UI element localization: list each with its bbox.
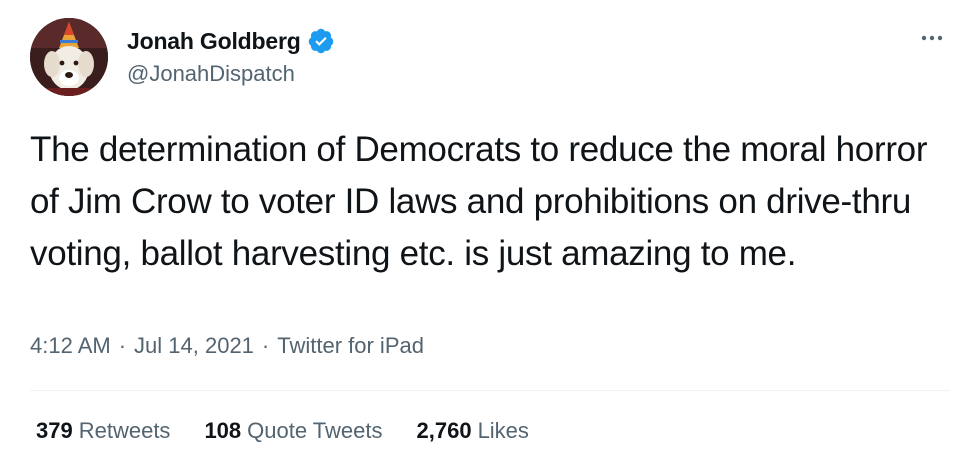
verified-badge-icon: [307, 27, 335, 55]
quote-tweets-count: 108: [204, 418, 242, 443]
user-handle[interactable]: @JonahDispatch: [127, 61, 295, 87]
tweet-time[interactable]: 4:12 AM: [30, 333, 111, 359]
tweet-date[interactable]: Jul 14, 2021: [134, 333, 254, 359]
likes-stat[interactable]: 2,760 Likes: [417, 418, 529, 444]
more-options-icon[interactable]: [918, 24, 946, 52]
tweet-text: The determination of Democrats to reduce…: [30, 130, 928, 273]
retweets-count: 379: [36, 418, 73, 443]
quote-tweets-stat[interactable]: 108 Quote Tweets: [204, 418, 382, 444]
avatar[interactable]: [30, 18, 108, 96]
meta-separator: ·: [261, 333, 270, 358]
retweets-stat[interactable]: 379 Retweets: [36, 418, 170, 444]
tweet-stats: 379 Retweets 108 Quote Tweets 2,760 Like…: [36, 418, 563, 444]
meta-separator: ·: [118, 333, 127, 358]
tweet-meta: 4:12 AM · Jul 14, 2021 · Twitter for iPa…: [30, 333, 424, 359]
likes-label: Likes: [477, 418, 529, 443]
display-name-row: Jonah Goldberg: [127, 24, 335, 58]
divider: [30, 390, 950, 391]
avatar-image: [30, 18, 108, 96]
tweet-card: Jonah Goldberg @JonahDispatch The determ…: [0, 0, 980, 459]
retweets-label: Retweets: [78, 418, 171, 443]
display-name[interactable]: Jonah Goldberg: [127, 28, 301, 55]
likes-count: 2,760: [416, 418, 472, 443]
tweet-source[interactable]: Twitter for iPad: [277, 333, 424, 359]
quote-tweets-label: Quote Tweets: [247, 418, 383, 443]
